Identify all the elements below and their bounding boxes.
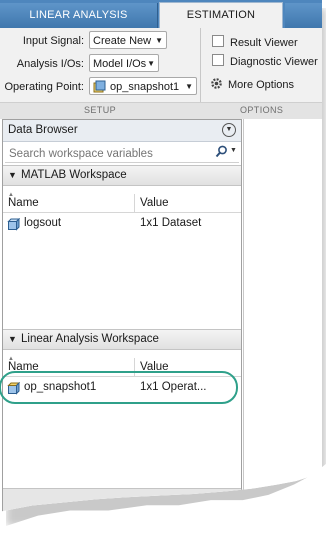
column-name[interactable]: Name (8, 197, 39, 209)
input-signal-dropdown[interactable]: Create New ▼ (89, 31, 167, 49)
setup-section-label: SETUP (84, 105, 117, 115)
chevron-down-icon[interactable]: ▼ (230, 147, 237, 154)
analysis-ios-dropdown[interactable]: Model I/Os ▼ (89, 54, 159, 72)
operating-point-dropdown[interactable]: op_snapshot1 ▼ (89, 77, 197, 95)
search-field: ▼ (5, 143, 239, 163)
tab-linear-analysis[interactable]: LINEAR ANALYSIS (0, 3, 158, 28)
checkbox-box[interactable] (212, 35, 224, 47)
variable-name: logsout (24, 217, 62, 229)
more-options-label: More Options (228, 79, 295, 91)
options-section-label: OPTIONS (240, 105, 284, 115)
column-separator[interactable] (134, 194, 135, 213)
analysis-ios-label: Analysis I/Os: (16, 58, 84, 70)
operating-point-label: Operating Point: (4, 81, 85, 93)
collapse-triangle-icon: ▼ (8, 170, 17, 180)
gear-icon (211, 78, 222, 89)
more-options-button[interactable]: More Options (210, 77, 294, 91)
app-window: LINEAR ANALYSIS ESTIMATION Input Signal:… (0, 0, 322, 512)
collapse-triangle-icon: ▼ (8, 334, 17, 344)
checkbox-box[interactable] (212, 54, 224, 66)
operating-point-value: op_snapshot1 (110, 81, 180, 93)
diagnostic-viewer-checkbox[interactable]: Diagnostic Viewer (212, 54, 318, 68)
chevron-down-icon: ▼ (147, 59, 155, 68)
data-browser-header: Data Browser ▼ (3, 120, 241, 142)
section-label-bar: SETUP OPTIONS (0, 102, 322, 119)
column-value[interactable]: Value (140, 197, 169, 209)
highlight-annotation (0, 371, 238, 404)
chevron-down-icon: ▼ (155, 36, 163, 45)
panel-menu-icon[interactable]: ▼ (222, 123, 236, 137)
analysis-ios-value: Model I/Os (93, 58, 147, 70)
linear-analysis-workspace-header[interactable]: ▼ Linear Analysis Workspace (3, 329, 241, 350)
matlab-workspace-column-header: ▲ Name Value (3, 192, 241, 213)
list-item[interactable]: logsout 1x1 Dataset (3, 215, 241, 233)
matlab-workspace-header[interactable]: ▼ MATLAB Workspace (3, 165, 241, 186)
variable-value: 1x1 Dataset (140, 217, 202, 229)
data-browser-panel: Data Browser ▼ ▼ ▼ MATLAB Workspace ▲ Na… (2, 119, 242, 512)
search-icon[interactable] (215, 145, 228, 158)
toolstrip: Input Signal: Create New ▼ Analysis I/Os… (0, 28, 322, 119)
chevron-down-icon: ▼ (185, 82, 193, 91)
operating-point-icon (93, 80, 106, 93)
matlab-workspace-title: MATLAB Workspace (21, 169, 127, 181)
tab-estimation[interactable]: ESTIMATION (159, 2, 283, 29)
document-area (243, 119, 322, 512)
data-browser-title: Data Browser (8, 124, 78, 136)
dataset-icon (7, 218, 20, 231)
search-input[interactable] (7, 144, 211, 163)
diagnostic-viewer-label: Diagnostic Viewer (230, 56, 318, 68)
linear-analysis-workspace-title: Linear Analysis Workspace (21, 333, 159, 345)
input-signal-label: Input Signal: (22, 35, 84, 47)
input-signal-value: Create New (93, 35, 152, 47)
tab-strip: LINEAR ANALYSIS ESTIMATION (0, 0, 322, 29)
result-viewer-checkbox[interactable]: Result Viewer (212, 35, 298, 49)
tab-overflow[interactable] (285, 3, 322, 28)
result-viewer-label: Result Viewer (230, 37, 298, 49)
